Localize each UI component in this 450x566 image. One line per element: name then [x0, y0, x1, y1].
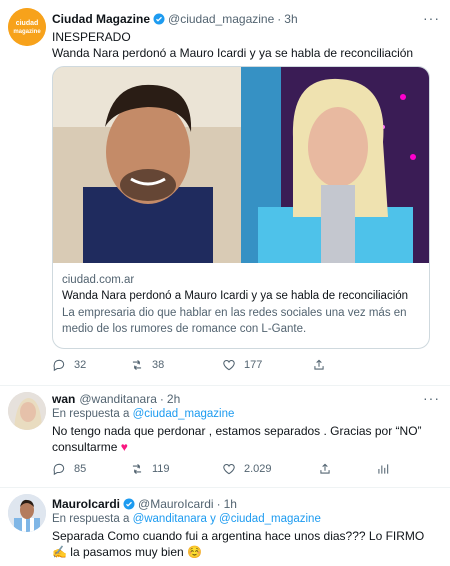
card-description: La empresaria dio que hablar en las rede…: [62, 307, 407, 335]
heart-icon: [223, 464, 235, 475]
reply-prefix: En respuesta a: [52, 408, 130, 420]
reply-button[interactable]: 85: [52, 462, 130, 476]
heart-icon: [223, 360, 235, 371]
tweet-text-content: No tengo nada que perdonar , estamos sep…: [52, 424, 422, 454]
like-count: 177: [244, 359, 263, 371]
tweet-wan[interactable]: wan @wanditanara · 2h ··· En respuesta a…: [0, 386, 450, 488]
avatar-mauroicardi[interactable]: [8, 494, 46, 532]
svg-text:magazine: magazine: [13, 29, 41, 35]
tweet-text: INESPERADO Wanda Nara perdonó a Mauro Ic…: [52, 29, 436, 61]
user-handle[interactable]: @wanditanara: [79, 392, 157, 406]
reply-prefix: En respuesta a: [52, 513, 130, 525]
avatar-photo: [8, 494, 46, 532]
retweet-icon: [132, 463, 142, 475]
reply-count: 85: [74, 463, 87, 475]
reply-to-link[interactable]: @ciudad_magazine: [133, 408, 235, 420]
share-icon: [320, 463, 330, 474]
user-handle[interactable]: @MauroIcardi: [138, 497, 214, 511]
svg-text:ciudad: ciudad: [16, 20, 39, 27]
verified-badge-icon: [123, 498, 135, 510]
reply-context: En respuesta a @wanditanara y @ciudad_ma…: [52, 513, 321, 525]
retweet-button[interactable]: 119: [130, 462, 222, 476]
tweet-header: Ciudad Magazine @ciudad_magazine · 3h: [52, 10, 450, 28]
card-meta: ciudad.com.ar Wanda Nara perdonó a Mauro…: [62, 274, 420, 337]
user-handle[interactable]: @ciudad_magazine: [168, 12, 274, 26]
like-button[interactable]: 2.029: [222, 462, 318, 476]
ciudad-magazine-logo: ciudad magazine: [8, 8, 46, 46]
like-count: 2.029: [244, 463, 272, 475]
tweet-actions: 85 119 2.029: [52, 462, 430, 476]
tweet-text: No tengo nada que perdonar , estamos sep…: [52, 423, 436, 455]
reply-icon: [53, 359, 65, 372]
reply-to-link[interactable]: @wanditanara y @ciudad_magazine: [133, 513, 321, 525]
reply-icon: [53, 463, 65, 476]
card-image: [53, 67, 429, 263]
separator-dot: ·: [159, 392, 164, 406]
red-heart-emoji-icon: ♥: [120, 440, 128, 454]
share-icon: [314, 359, 324, 370]
link-card[interactable]: ciudad.com.ar Wanda Nara perdonó a Mauro…: [52, 66, 430, 349]
more-options-icon[interactable]: ···: [423, 390, 440, 406]
tweet-header: MauroIcardi @MauroIcardi · 1h: [52, 495, 450, 513]
separator-dot: ·: [277, 12, 282, 26]
reply-button[interactable]: 32: [52, 358, 130, 372]
separator-dot: ·: [216, 497, 221, 511]
display-name[interactable]: wan: [52, 392, 75, 406]
avatar-ciudad-magazine[interactable]: ciudad magazine: [8, 8, 46, 46]
timestamp[interactable]: 1h: [224, 497, 237, 511]
timestamp[interactable]: 3h: [284, 12, 297, 26]
more-options-icon[interactable]: ···: [423, 10, 440, 26]
timestamp[interactable]: 2h: [167, 392, 180, 406]
tweet-text: Separada Como cuando fui a argentina hac…: [52, 529, 425, 559]
reply-count: 32: [74, 359, 87, 371]
display-name[interactable]: MauroIcardi: [52, 497, 120, 511]
tweet-header: wan @wanditanara · 2h: [52, 390, 450, 408]
retweet-icon: [132, 359, 142, 371]
tweet-actions: 32 38 177: [52, 358, 430, 372]
display-name[interactable]: Ciudad Magazine: [52, 12, 150, 26]
reply-context: En respuesta a @ciudad_magazine: [52, 408, 234, 420]
card-title: Wanda Nara perdonó a Mauro Icardi y ya s…: [62, 290, 409, 302]
tweet-text-line2: Wanda Nara perdonó a Mauro Icardi y ya s…: [52, 46, 414, 60]
verified-badge-icon: [153, 13, 165, 25]
retweet-count: 119: [152, 463, 170, 475]
share-button[interactable]: [312, 358, 334, 372]
like-button[interactable]: 177: [222, 358, 312, 372]
tweet-text-line1: INESPERADO: [52, 30, 131, 44]
retweet-button[interactable]: 38: [130, 358, 222, 372]
avatar-wan[interactable]: [8, 392, 46, 430]
tweet-mauroicardi[interactable]: MauroIcardi @MauroIcardi · 1h En respues…: [0, 488, 450, 566]
share-button[interactable]: [318, 462, 376, 476]
tweet-ciudad-magazine[interactable]: ciudad magazine Ciudad Magazine @ciudad_…: [0, 0, 450, 386]
analytics-icon: [378, 464, 389, 474]
avatar-photo: [8, 392, 46, 430]
analytics-button[interactable]: [376, 462, 398, 476]
retweet-count: 38: [152, 359, 165, 371]
card-domain: ciudad.com.ar: [62, 274, 135, 286]
